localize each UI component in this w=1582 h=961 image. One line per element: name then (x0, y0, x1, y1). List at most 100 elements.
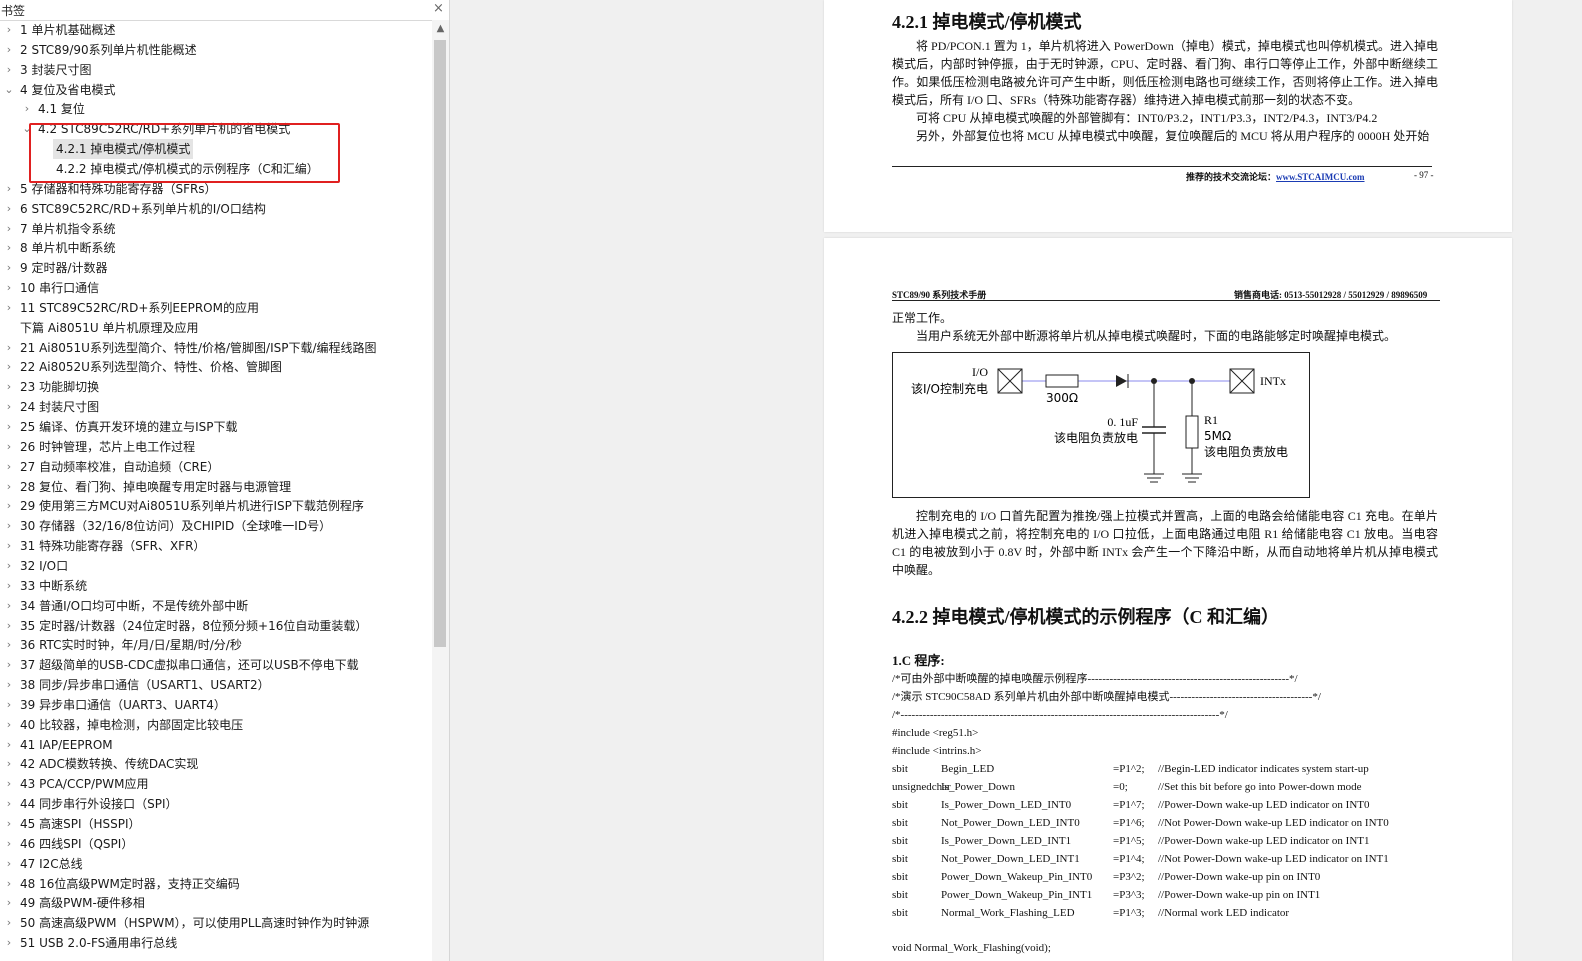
bookmark-item[interactable]: › 41 IAP/EEPROM (0, 735, 432, 755)
diode-symbol (1116, 375, 1127, 387)
bookmark-item[interactable]: 4.2.2 掉电模式/停机模式的示例程序（C和汇编） (0, 159, 432, 179)
bookmark-item[interactable]: › 5 存储器和特殊功能寄存器（SFRs） (0, 179, 432, 199)
r1-name: R1 (1204, 413, 1218, 427)
scroll-up-icon[interactable]: ▲ (432, 22, 449, 36)
bookmark-item[interactable]: › 44 同步串行外设接口（SPI） (0, 794, 432, 814)
bookmark-item[interactable]: › 40 比较器，掉电检测，内部固定比较电压 (0, 715, 432, 735)
code-comment: //Begin-LED indicator indicates system s… (1158, 763, 1369, 775)
scrollbar-thumb[interactable] (434, 40, 446, 647)
chevron-right-icon[interactable]: › (3, 596, 15, 616)
chevron-right-icon[interactable]: › (3, 933, 15, 953)
chevron-right-icon[interactable]: › (3, 616, 15, 636)
bookmark-item[interactable]: › 46 四线SPI（QSPI） (0, 834, 432, 854)
chevron-right-icon[interactable]: › (3, 635, 15, 655)
bookmark-item[interactable]: › 7 单片机指令系统 (0, 219, 432, 239)
bookmark-item[interactable]: › 51 USB 2.0-FS通用串行总线 (0, 933, 432, 953)
bookmark-item[interactable]: › 22 Ai8052U系列选型简介、特性、价格、管脚图 (0, 357, 432, 377)
chevron-right-icon[interactable]: › (3, 219, 15, 239)
bookmark-item[interactable]: 4.2.1 掉电模式/停机模式 (0, 139, 432, 160)
bookmark-item[interactable]: › 39 异步串口通信（UART3、UART4） (0, 695, 432, 715)
chevron-right-icon[interactable]: › (3, 278, 15, 298)
bookmark-item[interactable]: › 42 ADC模数转换、传统DAC实现 (0, 754, 432, 774)
bookmark-scrollbar[interactable]: ▲ (432, 20, 449, 961)
footer-link[interactable]: www.STCAIMCU.com (1276, 172, 1365, 182)
close-icon[interactable]: × (433, 1, 444, 16)
chevron-right-icon[interactable]: › (3, 735, 15, 755)
bookmark-item[interactable]: › 29 使用第三方MCU对Ai8051U系列单片机进行ISP下载范例程序 (0, 496, 432, 516)
chevron-down-icon[interactable]: ⌄ (21, 119, 33, 139)
chevron-right-icon[interactable]: › (3, 576, 15, 596)
bookmark-item[interactable]: › 32 I/O口 (0, 556, 432, 576)
chevron-right-icon[interactable]: › (3, 298, 15, 318)
chevron-right-icon[interactable]: › (3, 774, 15, 794)
bookmark-item[interactable]: › 47 I2C总线 (0, 854, 432, 874)
chevron-right-icon[interactable]: › (3, 40, 15, 60)
chevron-right-icon[interactable]: › (3, 854, 15, 874)
bookmark-item[interactable]: › 28 复位、看门狗、掉电唤醒专用定时器与电源管理 (0, 477, 432, 497)
bookmark-item[interactable]: › 27 自动频率校准，自动追频（CRE） (0, 457, 432, 477)
chevron-right-icon[interactable]: › (3, 457, 15, 477)
chevron-right-icon[interactable]: › (3, 199, 15, 219)
bookmark-item[interactable]: › 50 高速高级PWM（HSPWM），可以使用PLL高速时钟作为时钟源 (0, 913, 432, 933)
chevron-right-icon[interactable]: › (3, 715, 15, 735)
chevron-right-icon[interactable]: › (3, 377, 15, 397)
chevron-right-icon[interactable]: › (3, 417, 15, 437)
chevron-right-icon[interactable]: › (3, 179, 15, 199)
bookmark-item[interactable]: › 38 同步/异步串口通信（USART1、USART2） (0, 675, 432, 695)
bookmark-item[interactable]: 下篇 Ai8051U 单片机原理及应用 (0, 318, 432, 338)
chevron-right-icon[interactable]: › (3, 536, 15, 556)
bookmark-item[interactable]: › 9 定时器/计数器 (0, 258, 432, 278)
bookmark-item[interactable]: › 45 高速SPI（HSSPI） (0, 814, 432, 834)
chevron-right-icon[interactable]: › (3, 874, 15, 894)
chevron-right-icon[interactable]: › (3, 238, 15, 258)
bookmark-item[interactable]: › 37 超级简单的USB-CDC虚拟串口通信，还可以USB不停电下载 (0, 655, 432, 675)
chevron-right-icon[interactable]: › (3, 834, 15, 854)
chevron-right-icon[interactable]: › (21, 99, 33, 119)
chevron-right-icon[interactable]: › (3, 477, 15, 497)
chevron-right-icon[interactable]: › (3, 695, 15, 715)
chevron-right-icon[interactable]: › (3, 397, 15, 417)
chevron-right-icon[interactable]: › (3, 516, 15, 536)
r1-value: 5MΩ (1204, 429, 1231, 443)
bookmark-item[interactable]: › 43 PCA/CCP/PWM应用 (0, 774, 432, 794)
bookmark-item[interactable]: › 36 RTC实时时钟，年/月/日/星期/时/分/秒 (0, 635, 432, 655)
chevron-right-icon[interactable]: › (3, 496, 15, 516)
bookmark-item[interactable]: › 6 STC89C52RC/RD+系列单片机的I/O口结构 (0, 199, 432, 219)
bookmark-item[interactable]: › 23 功能脚切换 (0, 377, 432, 397)
chevron-right-icon[interactable]: › (3, 754, 15, 774)
chevron-right-icon[interactable]: › (3, 258, 15, 278)
chevron-right-icon[interactable]: › (3, 357, 15, 377)
chevron-right-icon[interactable]: › (3, 20, 15, 40)
bookmark-item[interactable]: › 1 单片机基础概述 (0, 20, 432, 40)
bookmark-item[interactable]: ⌄ 4.2 STC89C52RC/RD+系列单片机的省电模式 (0, 119, 432, 139)
bookmark-item[interactable]: › 30 存储器（32/16/8位访问）及CHIPID（全球唯一ID号） (0, 516, 432, 536)
bookmark-item[interactable]: ⌄ 4 复位及省电模式 (0, 80, 432, 100)
bookmark-item[interactable]: › 2 STC89/90系列单片机性能概述 (0, 40, 432, 60)
chevron-right-icon[interactable]: › (3, 60, 15, 80)
chevron-right-icon[interactable]: › (3, 437, 15, 457)
bookmark-item[interactable]: › 8 单片机中断系统 (0, 238, 432, 258)
bookmark-item[interactable]: › 33 中断系统 (0, 576, 432, 596)
bookmark-item[interactable]: › 48 16位高级PWM定时器，支持正交编码 (0, 874, 432, 894)
bookmark-item[interactable]: › 25 编译、仿真开发环境的建立与ISP下载 (0, 417, 432, 437)
bookmark-item[interactable]: › 34 普通I/O口均可中断，不是传统外部中断 (0, 596, 432, 616)
bookmark-item[interactable]: › 4.1 复位 (0, 99, 432, 119)
bookmark-item[interactable]: › 24 封装尺寸图 (0, 397, 432, 417)
chevron-right-icon[interactable]: › (3, 675, 15, 695)
chevron-right-icon[interactable]: › (3, 556, 15, 576)
bookmark-item[interactable]: › 3 封装尺寸图 (0, 60, 432, 80)
chevron-right-icon[interactable]: › (3, 913, 15, 933)
bookmark-item[interactable]: › 10 串行口通信 (0, 278, 432, 298)
chevron-right-icon[interactable]: › (3, 338, 15, 358)
chevron-right-icon[interactable]: › (3, 893, 15, 913)
chevron-right-icon[interactable]: › (3, 794, 15, 814)
bookmark-item[interactable]: › 21 Ai8051U系列选型简介、特性/价格/管脚图/ISP下载/编程线路图 (0, 338, 432, 358)
bookmark-item[interactable]: › 35 定时器/计数器（24位定时器，8位预分频+16位自动重装载） (0, 616, 432, 636)
chevron-right-icon[interactable]: › (3, 655, 15, 675)
bookmark-item[interactable]: › 26 时钟管理，芯片上电工作过程 (0, 437, 432, 457)
bookmark-item[interactable]: › 31 特殊功能寄存器（SFR、XFR） (0, 536, 432, 556)
bookmark-item[interactable]: › 11 STC89C52RC/RD+系列EEPROM的应用 (0, 298, 432, 318)
chevron-right-icon[interactable]: › (3, 814, 15, 834)
bookmark-item[interactable]: › 49 高级PWM-硬件移相 (0, 893, 432, 913)
chevron-down-icon[interactable]: ⌄ (3, 80, 15, 100)
